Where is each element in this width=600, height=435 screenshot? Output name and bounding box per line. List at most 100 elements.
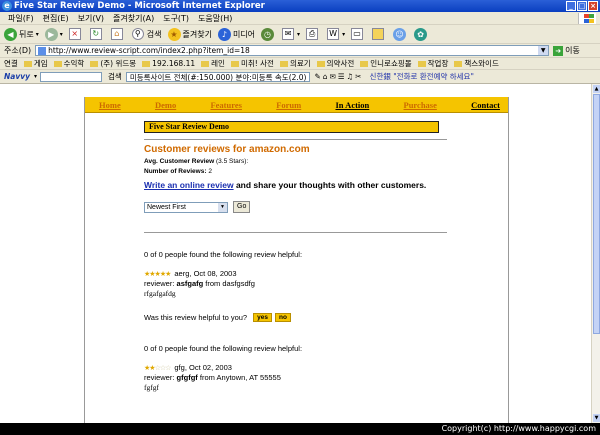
back-button[interactable]: ◀ 뒤로 ▾ <box>4 27 39 41</box>
stop-icon: × <box>68 28 81 40</box>
link-item[interactable]: 미취! 사전 <box>230 58 274 69</box>
refresh-button[interactable]: ↻ <box>89 28 105 40</box>
nav-forum[interactable]: Forum <box>276 100 301 110</box>
windows-logo-icon <box>578 13 596 24</box>
navy-news[interactable]: 신한銀 "전화로 환전예약 하세요" <box>370 71 474 82</box>
folder-button[interactable] <box>372 28 387 40</box>
research-button[interactable]: ✿ <box>414 27 429 41</box>
address-label: 주소(D) <box>4 46 32 55</box>
link-item[interactable]: (주) 위드몽 <box>90 58 136 69</box>
sort-go-button[interactable]: Go <box>233 201 251 213</box>
navy-tool-icons[interactable]: ✎⌂✉☰♫✂ <box>314 72 363 81</box>
navy-toolbar: Navvy ▾ 검색 미등록사이트 전체(#:150.000) 분야:미등록 속… <box>0 70 600 84</box>
link-item[interactable]: 192.168.11 <box>142 59 195 68</box>
messenger-icon: ☺ <box>393 27 407 41</box>
nav-home[interactable]: Home <box>99 100 121 110</box>
sort-select[interactable]: Newest First ▼ <box>144 201 228 213</box>
media-button[interactable]: ♪ 미디어 <box>217 27 255 41</box>
favorites-star-icon: ★ <box>167 27 181 41</box>
back-label: 뒤로 <box>19 29 34 39</box>
navy-search-button[interactable]: 검색 <box>108 71 122 82</box>
favorites-label: 즐겨찾기 <box>182 29 212 39</box>
star-rating-icon: ★★☆☆☆ <box>144 364 171 372</box>
sort-row: Newest First ▼ Go <box>144 201 508 213</box>
close-button[interactable]: × <box>588 1 598 11</box>
links-bar: 연결 게임 수익학 (주) 위드몽 192.168.11 레인 미취! 사전 의… <box>0 58 600 70</box>
mail-icon: ✉ <box>282 28 295 40</box>
messenger-button[interactable]: ☺ <box>393 27 408 41</box>
page-title: Five Star Review Demo <box>144 121 439 133</box>
search-button[interactable]: ⚲ 검색 <box>131 28 162 40</box>
folder-icon <box>90 61 99 67</box>
reviewer-line: reviewer: asfgafg from dasfgsdfg <box>144 279 255 288</box>
research-icon: ✿ <box>414 27 428 41</box>
forward-button[interactable]: ▶ ▾ <box>44 27 63 41</box>
scroll-up-icon[interactable]: ▲ <box>593 85 600 93</box>
divider <box>144 139 447 140</box>
menu-help[interactable]: 도움말(H) <box>198 13 232 24</box>
reviews-heading: Customer reviews for amazon.com <box>144 144 310 155</box>
history-button[interactable]: ◷ <box>261 27 276 41</box>
link-item[interactable]: 게임 <box>23 58 48 69</box>
edit-button[interactable]: W ▾ <box>327 28 345 40</box>
page-viewport: Home Demo Features Forum In Action Purch… <box>0 84 591 423</box>
minimize-button[interactable]: _ <box>566 1 576 11</box>
print-icon: ⎙ <box>306 28 319 40</box>
nav-in-action[interactable]: In Action <box>335 100 369 110</box>
links-label: 연결 <box>4 59 18 68</box>
folder-icon <box>53 61 62 67</box>
menu-view[interactable]: 보기(V) <box>78 13 104 24</box>
print-button[interactable]: ⎙ <box>306 28 321 40</box>
discuss-button[interactable]: ▭ <box>351 28 366 40</box>
vote-row: Was this review helpful to you? yes no <box>144 313 508 322</box>
link-item[interactable]: 의료기 <box>279 58 311 69</box>
folder-icon <box>360 61 369 67</box>
scroll-thumb[interactable] <box>593 94 600 334</box>
star-rating-icon: ★★★★★ <box>144 270 171 278</box>
address-dropdown-icon[interactable]: ▼ <box>538 46 549 55</box>
menu-edit[interactable]: 편집(E) <box>43 13 69 24</box>
window-titlebar: e Five Star Review Demo - Microsoft Inte… <box>0 0 600 12</box>
nav-purchase[interactable]: Purchase <box>404 100 437 110</box>
link-item[interactable]: 인니로쇼핑몰 <box>360 58 412 69</box>
window-title: Five Star Review Demo - Microsoft Intern… <box>14 1 265 11</box>
maximize-button[interactable]: □ <box>577 1 587 11</box>
navy-logo: Navvy <box>4 72 31 81</box>
edit-icon: W <box>327 28 340 40</box>
home-button[interactable]: ⌂ <box>110 28 126 40</box>
scroll-down-icon[interactable]: ▼ <box>593 414 600 422</box>
nav-contact[interactable]: Contact <box>471 100 500 110</box>
navy-search-input[interactable] <box>40 71 103 82</box>
mail-button[interactable]: ✉ ▾ <box>282 28 300 40</box>
divider <box>144 232 447 233</box>
folder-icon <box>279 61 288 67</box>
go-button[interactable]: ➜ 이동 <box>553 45 580 56</box>
address-input[interactable]: http://www.review-script.com/index2.php?… <box>35 45 550 56</box>
link-item[interactable]: 작업장 <box>417 58 448 69</box>
link-item[interactable]: 책스와이드 <box>454 58 499 69</box>
link-item[interactable]: 수익학 <box>53 58 84 69</box>
menu-tools[interactable]: 도구(T) <box>163 13 189 24</box>
write-review-line: Write an online review and share your th… <box>144 180 427 190</box>
forward-arrow-icon: ▶ <box>44 27 58 41</box>
nav-demo[interactable]: Demo <box>155 100 176 110</box>
menu-favorites[interactable]: 즐겨찾기(A) <box>113 13 154 24</box>
vertical-scrollbar[interactable]: ▲ ▼ <box>591 84 600 423</box>
stop-button[interactable]: × <box>68 28 84 40</box>
nav-features[interactable]: Features <box>210 100 241 110</box>
favorites-button[interactable]: ★ 즐겨찾기 <box>167 27 212 41</box>
link-item[interactable]: 레인 <box>201 58 225 69</box>
folder-icon <box>142 61 151 67</box>
folder-icon <box>372 28 385 40</box>
refresh-icon: ↻ <box>89 28 102 40</box>
menu-file[interactable]: 파일(F) <box>8 13 34 24</box>
navy-ticker: 미등록사이트 전체(#:150.000) 분야:미등록 속도(2.0) <box>125 71 311 82</box>
menu-bar: 파일(F) 편집(E) 보기(V) 즐겨찾기(A) 도구(T) 도움말(H) <box>0 12 600 25</box>
vote-no-button[interactable]: no <box>274 313 291 322</box>
review-count: Number of Reviews: 2 <box>144 168 212 175</box>
write-review-link[interactable]: Write an online review <box>144 180 234 190</box>
search-label: 검색 <box>146 29 162 39</box>
link-item[interactable]: 의약사전 <box>316 58 354 69</box>
vote-yes-button[interactable]: yes <box>253 313 272 322</box>
folder-icon <box>454 61 463 67</box>
